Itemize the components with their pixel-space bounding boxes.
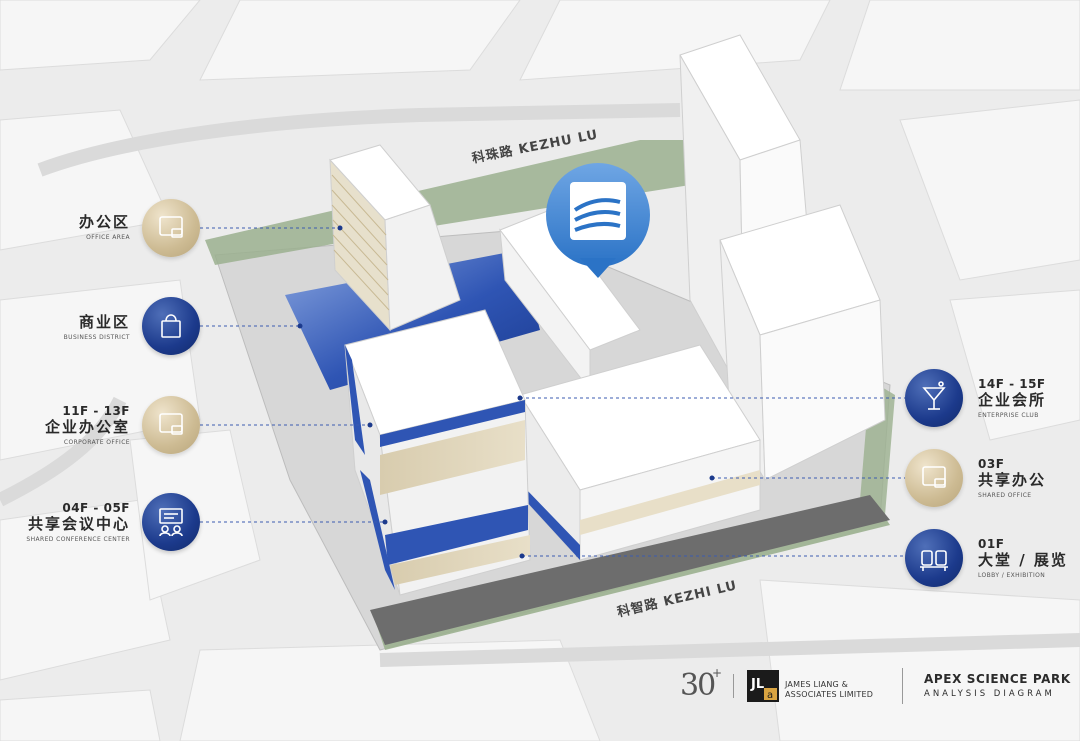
footer-divider-2	[902, 668, 903, 704]
callout-label: 商业区	[78, 313, 130, 331]
callout-shared-office: 03F 共享办公 SHARED OFFICE	[978, 457, 1078, 501]
callout-shared-conference-center: 04F - 05F 共享会议中心 SHARED CONFERENCE CENTE…	[0, 501, 130, 545]
svg-text:a: a	[767, 690, 773, 701]
callout-label: 办公区	[78, 213, 130, 231]
firm-logo: JL a	[747, 670, 779, 702]
firm-name-line1: JAMES LIANG &	[785, 680, 849, 689]
callout-label: 企业办公室	[44, 418, 130, 436]
callout-corporate-office: 11F - 13F 企业办公室 CORPORATE OFFICE	[10, 404, 130, 448]
callout-office-area: 办公区 OFFICE AREA	[20, 213, 130, 243]
callout-label: 大堂 / 展览	[978, 551, 1068, 569]
callout-enterprise-club: 14F - 15F 企业会所 ENTERPRISE CLUB	[978, 377, 1078, 421]
callout-label: 共享办公	[978, 471, 1047, 489]
svg-text:JL: JL	[750, 677, 764, 692]
callout-label: 共享会议中心	[27, 515, 130, 533]
cocktail-icon	[905, 369, 963, 427]
office-screen-icon	[905, 449, 963, 507]
anniversary-mark: 30	[680, 668, 716, 703]
project-title: APEX SCIENCE PARK	[924, 672, 1071, 686]
conference-icon	[142, 493, 200, 551]
project-subtitle: ANALYSIS DIAGRAM	[924, 689, 1055, 699]
firm-name-line2: ASSOCIATES LIMITED	[785, 690, 874, 699]
callout-label: 企业会所	[978, 391, 1047, 409]
anniversary-plus: +	[712, 666, 723, 680]
callout-business-district: 商业区 BUSINESS DISTRICT	[20, 313, 130, 343]
office-screen-icon	[142, 396, 200, 454]
shopping-bag-icon	[142, 297, 200, 355]
lobby-seats-icon	[905, 529, 963, 587]
callout-lobby-exhibition: 01F 大堂 / 展览 LOBBY / EXHIBITION	[978, 537, 1078, 581]
footer-divider-1	[733, 674, 734, 698]
diagram-stage: 科珠路 KEZHU LU 科智路 KEZHI LU 办公区 OFFICE ARE…	[0, 0, 1080, 741]
office-screen-icon	[142, 199, 200, 257]
